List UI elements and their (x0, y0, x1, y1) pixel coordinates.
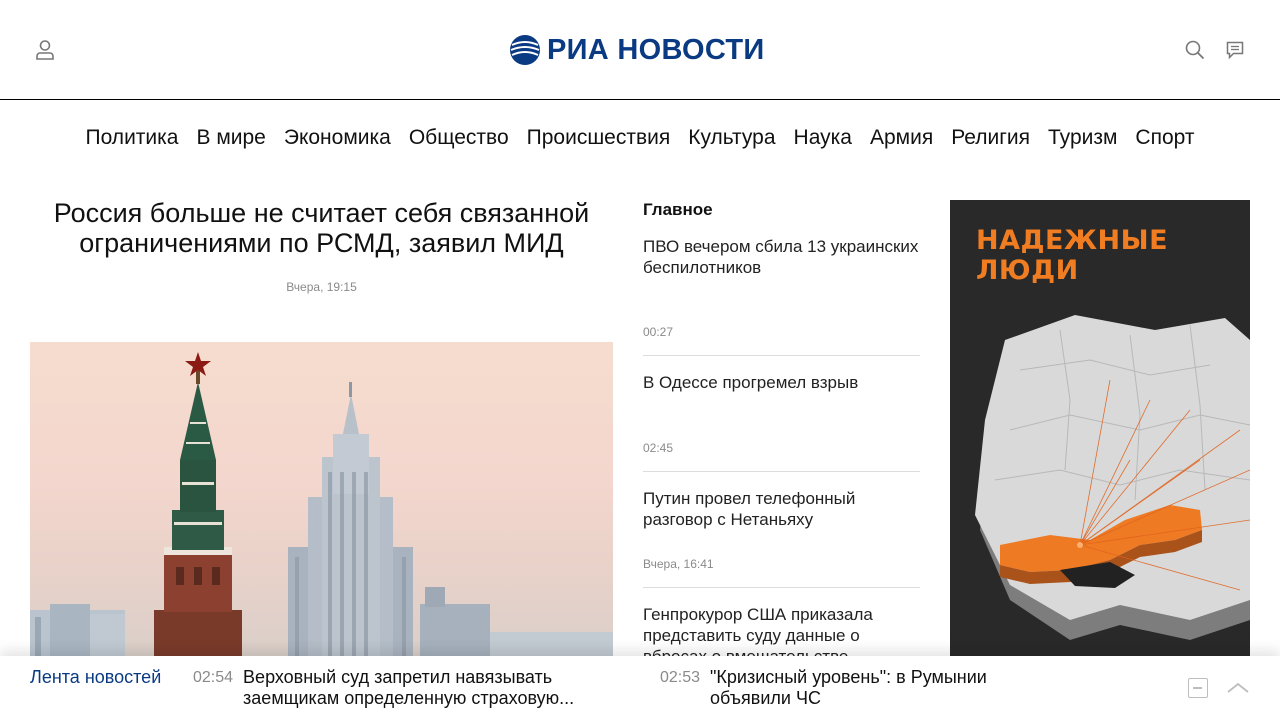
nav-item-army[interactable]: Армия (870, 126, 933, 156)
nav-item-politics[interactable]: Политика (86, 126, 179, 156)
news-feed-text[interactable]: "Кризисный уровень": в Румынии объявили … (710, 667, 1060, 709)
site-logo[interactable]: РИА НОВОСТИ (509, 33, 765, 67)
nav-item-sport[interactable]: Спорт (1135, 126, 1194, 156)
headline-time: 00:27 (643, 325, 674, 339)
main-article-image[interactable] (30, 342, 613, 662)
headline-time: Вчера, 16:41 (643, 557, 714, 571)
headline-item[interactable]: В Одессе прогремел взрыв 02:45 (643, 356, 920, 472)
collapse-icon[interactable] (1188, 678, 1208, 698)
ad-banner[interactable]: НАДЕЖНЫЕ ЛЮДИ (950, 200, 1250, 660)
chevron-up-icon[interactable] (1226, 676, 1250, 700)
top-headlines: Главное ПВО вечером сбила 13 украинских … (643, 200, 920, 704)
logo-text: РИА НОВОСТИ (547, 33, 765, 66)
nav-item-tourism[interactable]: Туризм (1048, 126, 1117, 156)
headline-text[interactable]: Путин провел телефонный разговор с Нетан… (643, 488, 920, 530)
site-header: РИА НОВОСТИ (0, 0, 1280, 100)
kremlin-skyline-illustration (30, 352, 613, 662)
headlines-list: ПВО вечером сбила 13 украинских беспилот… (643, 236, 920, 704)
headline-time: 02:45 (643, 441, 674, 455)
news-feed-time: 02:54 (193, 669, 234, 686)
nav-item-culture[interactable]: Культура (688, 126, 775, 156)
search-icon[interactable] (1183, 38, 1207, 62)
news-feed-item[interactable]: 02:54 Верховный суд запретил навязывать … (193, 667, 623, 709)
main-article-title[interactable]: Россия больше не считает себя связанной … (30, 198, 613, 258)
nav-item-society[interactable]: Общество (409, 126, 509, 156)
main-article: Россия больше не считает себя связанной … (30, 198, 613, 662)
headlines-section-title[interactable]: Главное (643, 200, 920, 220)
news-feed-time: 02:53 (660, 669, 701, 686)
main-nav: Политика В мире Экономика Общество Проис… (0, 126, 1280, 156)
headline-text[interactable]: ПВО вечером сбила 13 украинских беспилот… (643, 236, 920, 278)
nav-item-incidents[interactable]: Происшествия (527, 126, 671, 156)
news-feed-bar: Лента новостей 02:54 Верховный суд запре… (0, 656, 1280, 720)
nav-item-economy[interactable]: Экономика (284, 126, 391, 156)
headline-item[interactable]: Путин провел телефонный разговор с Нетан… (643, 472, 920, 588)
user-icon[interactable] (33, 38, 57, 62)
main-article-date: Вчера, 19:15 (286, 280, 357, 294)
news-feed-label[interactable]: Лента новостей (30, 667, 161, 688)
headline-text[interactable]: В Одессе прогремел взрыв (643, 372, 920, 393)
chat-icon[interactable] (1223, 38, 1247, 62)
map-illustration (975, 315, 1250, 640)
logo-globe-icon (510, 35, 540, 65)
news-feed-text[interactable]: Верховный суд запретил навязывать заемщи… (243, 667, 623, 709)
news-feed-item[interactable]: 02:53 "Кризисный уровень": в Румынии объ… (660, 667, 1060, 709)
nav-item-religion[interactable]: Религия (951, 126, 1030, 156)
headline-item[interactable]: ПВО вечером сбила 13 украинских беспилот… (643, 236, 920, 356)
nav-item-science[interactable]: Наука (794, 126, 852, 156)
nav-item-world[interactable]: В мире (196, 126, 265, 156)
